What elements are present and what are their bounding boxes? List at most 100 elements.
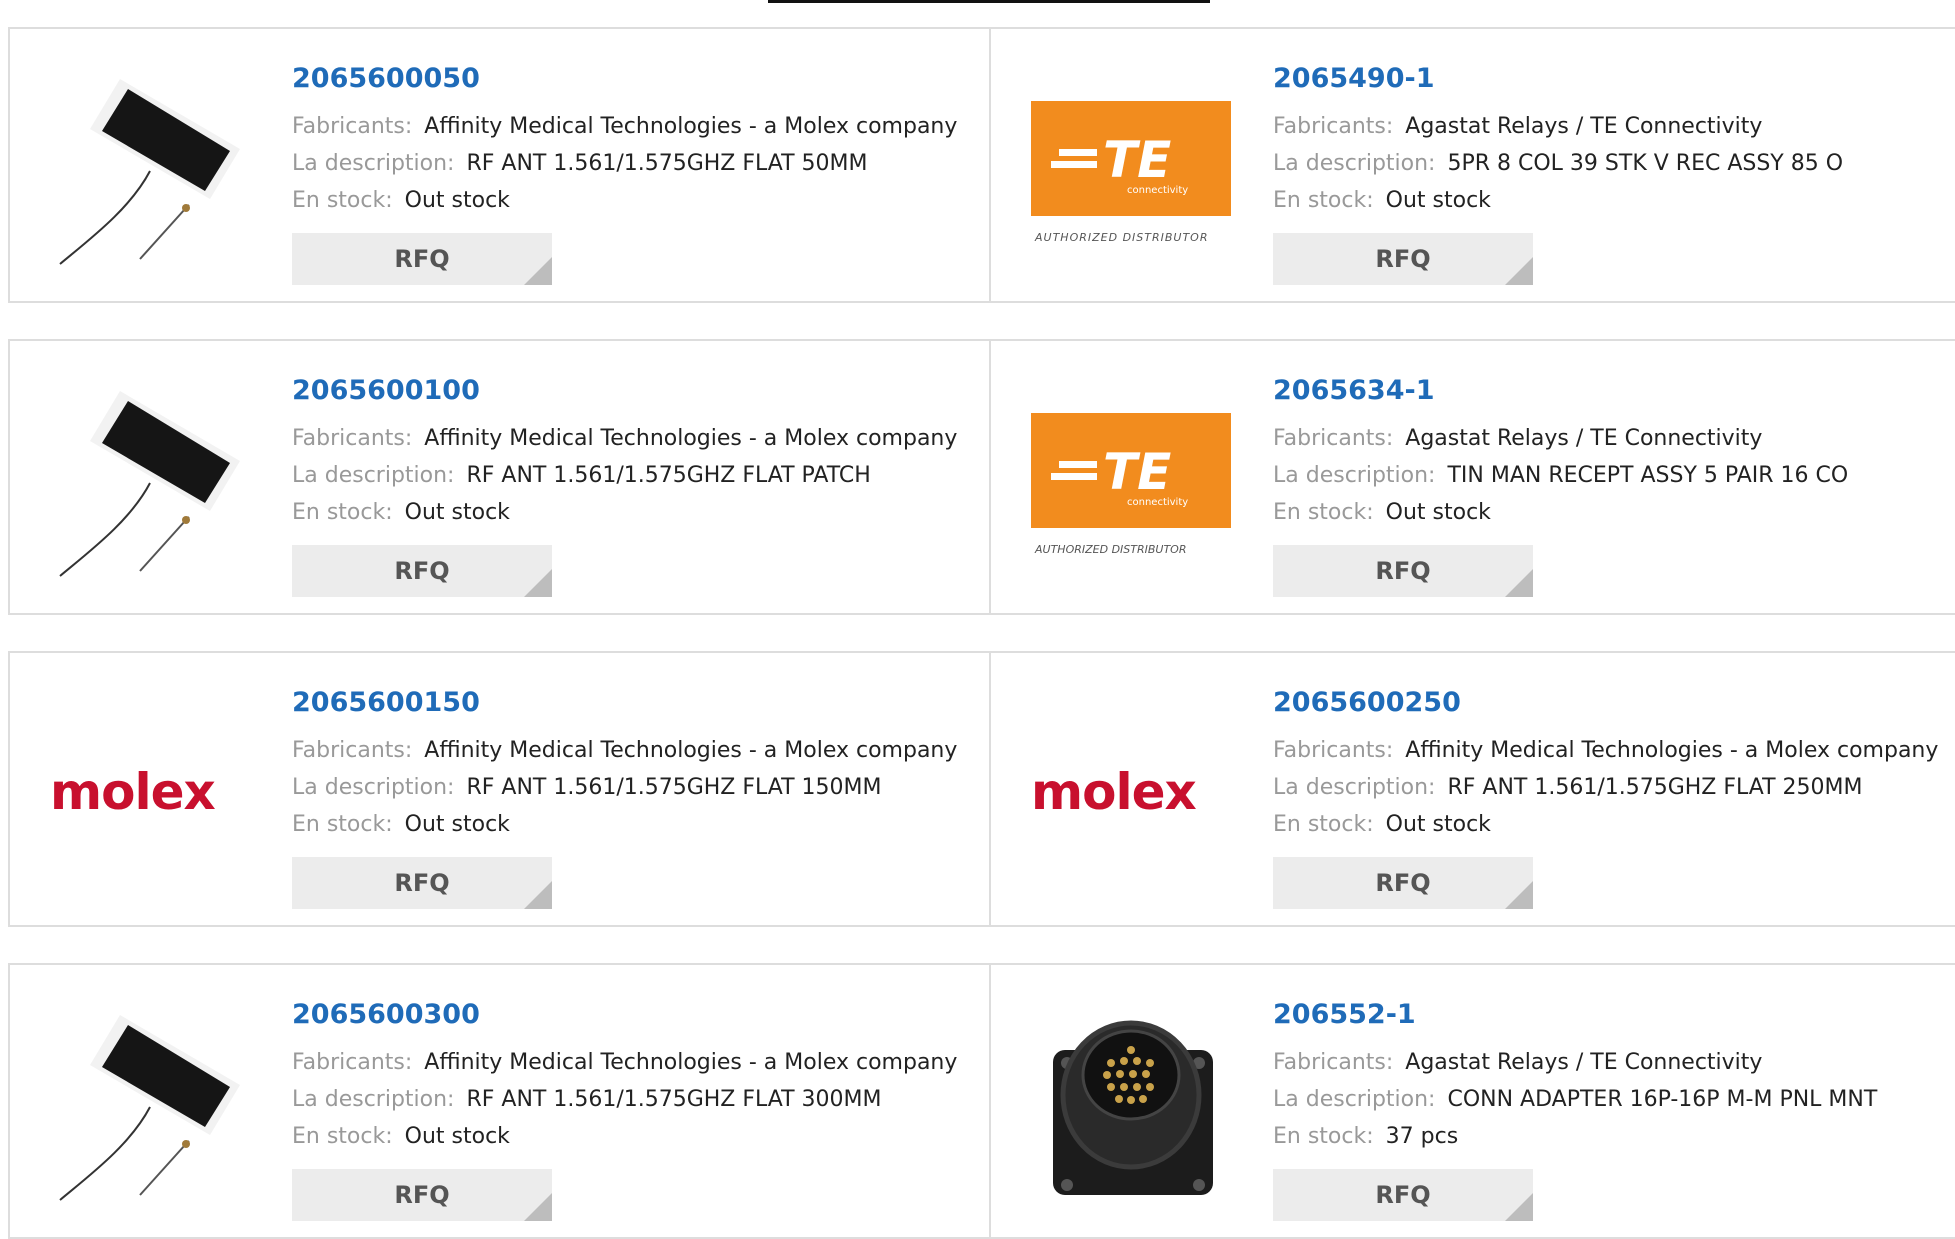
product-card: TE connectivity AUTHORIZED DISTRIBUTOR 2… — [989, 341, 1955, 613]
te-logo-text: TE — [1103, 443, 1171, 501]
rfq-label: RFQ — [1375, 1181, 1431, 1209]
description-label: La description: — [1273, 151, 1436, 176]
stock-value: Out stock — [1385, 188, 1491, 213]
te-logo[interactable]: TE connectivity AUTHORIZED DISTRIBUTOR — [1031, 69, 1231, 269]
molex-logo[interactable]: molex — [50, 693, 250, 893]
part-number-link[interactable]: 2065600250 — [1273, 683, 1938, 723]
product-card: TE connectivity AUTHORIZED DISTRIBUTOR 2… — [989, 29, 1955, 301]
stock-label: En stock: — [1273, 1124, 1374, 1149]
corner-decoration — [524, 881, 552, 909]
product-row: 2065600050 Fabricants: Affinity Medical T… — [8, 27, 1955, 303]
description-value: RF ANT 1.561/1.575GHZ FLAT 250MM — [1447, 775, 1863, 800]
rfq-label: RFQ — [394, 557, 450, 585]
top-divider — [768, 0, 1210, 3]
stock-label: En stock: — [292, 812, 393, 837]
rfq-label: RFQ — [1375, 245, 1431, 273]
part-number-link[interactable]: 2065600150 — [292, 683, 957, 723]
manufacturer-value: Agastat Relays / TE Connectivity — [1405, 426, 1763, 451]
product-card: 2065600300 Fabricants: Affinity Medical T… — [10, 965, 989, 1237]
product-row: 2065600300 Fabricants: Affinity Medical T… — [8, 963, 1955, 1239]
product-card: 2065600050 Fabricants: Affinity Medical T… — [10, 29, 989, 301]
description-value: RF ANT 1.561/1.575GHZ FLAT PATCH — [466, 463, 871, 488]
product-card: 2065600100 Fabricants: Affinity Medical T… — [10, 341, 989, 613]
manufacturer-value: Affinity Medical Technologies - a Molex … — [424, 426, 958, 451]
rfq-button[interactable]: RFQ — [292, 857, 552, 909]
part-number-link[interactable]: 2065600050 — [292, 59, 957, 99]
antenna-image[interactable] — [50, 69, 250, 269]
corner-decoration — [1505, 881, 1533, 909]
authorized-distributor-text: AUTHORIZED DISTRIBUTOR — [1034, 543, 1187, 556]
rfq-button[interactable]: RFQ — [1273, 1169, 1533, 1221]
rfq-label: RFQ — [394, 869, 450, 897]
manufacturer-label: Fabricants: — [292, 738, 413, 763]
description-value: RF ANT 1.561/1.575GHZ FLAT 50MM — [466, 151, 868, 176]
connector-image[interactable] — [1031, 1005, 1231, 1205]
rfq-button[interactable]: RFQ — [1273, 233, 1533, 285]
description-value: RF ANT 1.561/1.575GHZ FLAT 300MM — [466, 1087, 882, 1112]
manufacturer-value: Affinity Medical Technologies - a Molex … — [424, 1050, 958, 1075]
description-value: RF ANT 1.561/1.575GHZ FLAT 150MM — [466, 775, 882, 800]
manufacturer-label: Fabricants: — [292, 114, 413, 139]
corner-decoration — [524, 257, 552, 285]
stock-value: Out stock — [404, 1124, 510, 1149]
rfq-button[interactable]: RFQ — [292, 545, 552, 597]
description-label: La description: — [1273, 1087, 1436, 1112]
stock-value: Out stock — [404, 500, 510, 525]
manufacturer-label: Fabricants: — [292, 1050, 413, 1075]
stock-value: 37 pcs — [1385, 1124, 1459, 1149]
te-logo-subtext: connectivity — [1127, 185, 1188, 196]
rfq-button[interactable]: RFQ — [292, 1169, 552, 1221]
molex-logo[interactable]: molex — [1031, 693, 1231, 893]
part-number-link[interactable]: 2065634-1 — [1273, 371, 1848, 411]
rfq-button[interactable]: RFQ — [1273, 857, 1533, 909]
stock-label: En stock: — [1273, 188, 1374, 213]
manufacturer-value: Affinity Medical Technologies - a Molex … — [1405, 738, 1939, 763]
antenna-image[interactable] — [50, 381, 250, 581]
stock-value: Out stock — [404, 812, 510, 837]
part-number-link[interactable]: 2065490-1 — [1273, 59, 1843, 99]
molex-logo-text: molex — [50, 763, 216, 821]
manufacturer-value: Affinity Medical Technologies - a Molex … — [424, 738, 958, 763]
corner-decoration — [524, 1193, 552, 1221]
part-number-link[interactable]: 2065600100 — [292, 371, 957, 411]
description-label: La description: — [1273, 775, 1436, 800]
description-label: La description: — [292, 775, 455, 800]
corner-decoration — [524, 569, 552, 597]
part-number-link[interactable]: 2065600300 — [292, 995, 957, 1035]
stock-label: En stock: — [292, 188, 393, 213]
authorized-distributor-text: AUTHORIZED DISTRIBUTOR — [1034, 231, 1209, 244]
manufacturer-value: Agastat Relays / TE Connectivity — [1405, 1050, 1763, 1075]
description-label: La description: — [292, 1087, 455, 1112]
manufacturer-label: Fabricants: — [1273, 738, 1394, 763]
manufacturer-label: Fabricants: — [1273, 1050, 1394, 1075]
rfq-label: RFQ — [394, 1181, 450, 1209]
description-value: CONN ADAPTER 16P-16P M-M PNL MNT — [1447, 1087, 1878, 1112]
rfq-button[interactable]: RFQ — [1273, 545, 1533, 597]
corner-decoration — [1505, 1193, 1533, 1221]
manufacturer-label: Fabricants: — [292, 426, 413, 451]
rfq-label: RFQ — [1375, 869, 1431, 897]
stock-label: En stock: — [292, 500, 393, 525]
stock-value: Out stock — [404, 188, 510, 213]
product-card: molex 2065600250 Fabricants: Affinity Med… — [989, 653, 1955, 925]
stock-value: Out stock — [1385, 812, 1491, 837]
description-label: La description: — [292, 463, 455, 488]
product-row: molex 2065600150 Fabricants: Affinity Med… — [8, 651, 1955, 927]
rfq-button[interactable]: RFQ — [292, 233, 552, 285]
description-value: TIN MAN RECEPT ASSY 5 PAIR 16 CO — [1447, 463, 1849, 488]
description-value: 5PR 8 COL 39 STK V REC ASSY 85 O — [1447, 151, 1844, 176]
stock-label: En stock: — [1273, 500, 1374, 525]
stock-label: En stock: — [292, 1124, 393, 1149]
manufacturer-value: Agastat Relays / TE Connectivity — [1405, 114, 1763, 139]
antenna-image[interactable] — [50, 1005, 250, 1205]
product-row: 2065600100 Fabricants: Affinity Medical T… — [8, 339, 1955, 615]
molex-logo-text: molex — [1031, 763, 1197, 821]
te-logo-text: TE — [1103, 131, 1171, 189]
product-card: molex 2065600150 Fabricants: Affinity Med… — [10, 653, 989, 925]
te-logo[interactable]: TE connectivity AUTHORIZED DISTRIBUTOR — [1031, 381, 1231, 581]
rfq-label: RFQ — [394, 245, 450, 273]
part-number-link[interactable]: 206552-1 — [1273, 995, 1877, 1035]
corner-decoration — [1505, 569, 1533, 597]
stock-value: Out stock — [1385, 500, 1491, 525]
manufacturer-value: Affinity Medical Technologies - a Molex … — [424, 114, 958, 139]
